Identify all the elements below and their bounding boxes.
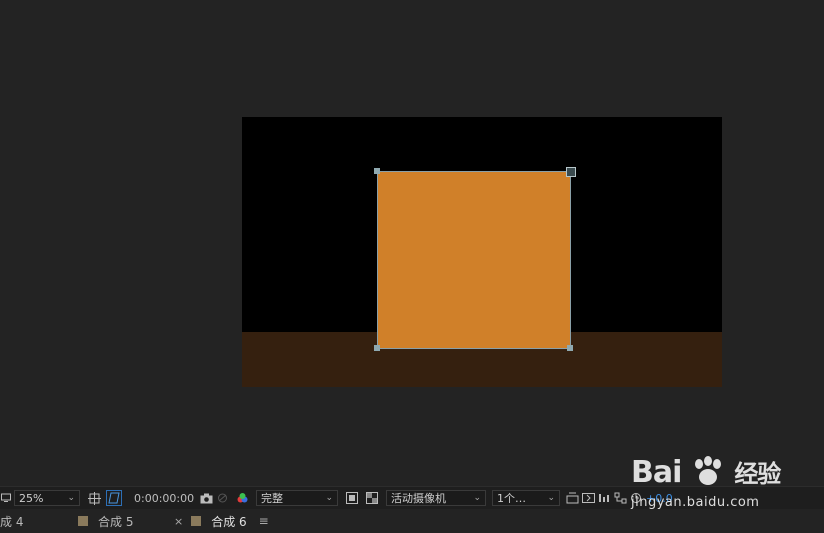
label-color-swatch xyxy=(191,516,202,526)
show-snapshot-icon[interactable] xyxy=(214,490,230,506)
camera-dropdown[interactable]: 活动摄像机 ⌄ xyxy=(386,490,486,506)
after-effects-composition-panel: 25% ⌄ 0:00:00:00 完整 ⌄ 活动摄像机 ⌄ 1个… ⌄ +0.0… xyxy=(0,0,824,533)
chevron-down-icon: ⌄ xyxy=(547,493,555,503)
handle-bottom-right[interactable] xyxy=(567,345,573,351)
fast-previews-icon[interactable] xyxy=(580,490,596,506)
transparency-grid-icon[interactable] xyxy=(364,490,380,506)
composition-viewer[interactable] xyxy=(0,0,824,486)
snapshot-camera-icon[interactable] xyxy=(198,490,214,506)
toggle-pixel-aspect-icon[interactable] xyxy=(564,490,580,506)
chevron-down-icon: ⌄ xyxy=(325,493,333,503)
chevron-down-icon: ⌄ xyxy=(67,493,75,503)
color-channels-icon[interactable] xyxy=(234,490,250,506)
monitor-icon[interactable] xyxy=(0,490,12,506)
paw-icon xyxy=(694,456,721,485)
watermark-url: jingyan.baidu.com xyxy=(631,495,760,510)
composition-tab-bar: 成 4 合成 5 × 合成 6 ≡ xyxy=(0,509,824,533)
handle-bottom-left[interactable] xyxy=(374,345,380,351)
tab-label: 合成 6 xyxy=(211,514,247,529)
region-of-interest-icon[interactable] xyxy=(344,490,360,506)
label-color-swatch xyxy=(78,516,88,526)
flowchart-icon[interactable] xyxy=(612,490,628,506)
tab-comp-4[interactable]: 成 4 xyxy=(0,509,78,533)
composition-frame[interactable] xyxy=(242,117,722,387)
tab-comp-6[interactable]: × 合成 6 ≡ xyxy=(174,509,284,533)
resolution-value: 完整 xyxy=(261,492,283,505)
zoom-value: 25% xyxy=(19,491,44,505)
resolution-dropdown[interactable]: 完整 ⌄ xyxy=(256,490,338,506)
panel-menu-icon[interactable]: ≡ xyxy=(259,514,269,528)
timeline-icon[interactable] xyxy=(596,490,612,506)
camera-value: 活动摄像机 xyxy=(391,492,446,505)
tab-label: 合成 5 xyxy=(98,514,134,529)
handle-top-right[interactable] xyxy=(566,167,576,177)
close-icon[interactable]: × xyxy=(174,515,183,528)
timecode-display[interactable]: 0:00:00:00 xyxy=(134,492,194,505)
watermark-brand: Bai 经验 xyxy=(631,455,781,490)
tab-label: 成 4 xyxy=(0,514,24,529)
mask-shape-visibility-icon[interactable] xyxy=(106,490,122,506)
grid-guides-icon[interactable] xyxy=(86,490,102,506)
tab-comp-5[interactable]: 合成 5 xyxy=(78,509,174,533)
orange-solid-layer[interactable] xyxy=(377,171,571,349)
chevron-down-icon: ⌄ xyxy=(473,493,481,503)
view-layout-dropdown[interactable]: 1个… ⌄ xyxy=(492,490,560,506)
zoom-dropdown[interactable]: 25% ⌄ xyxy=(14,490,80,506)
view-layout-value: 1个… xyxy=(497,492,526,505)
watermark: Bai 经验 jingyan.baidu.com xyxy=(631,440,821,512)
handle-top-left[interactable] xyxy=(374,168,380,174)
